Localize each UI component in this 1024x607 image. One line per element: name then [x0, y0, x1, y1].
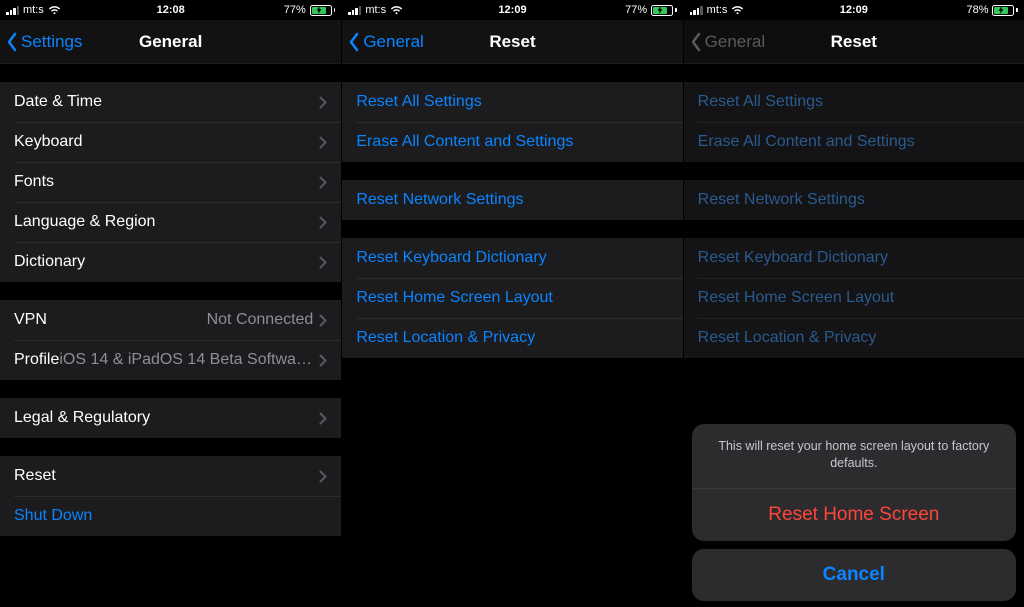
status-time: 12:09 — [684, 4, 1024, 16]
nav-bar: General Reset — [342, 20, 682, 64]
settings-row[interactable]: Reset Keyboard Dictionary — [342, 238, 682, 278]
settings-row[interactable]: VPN Not Connected — [0, 300, 341, 340]
settings-row[interactable]: Reset Network Settings — [342, 180, 682, 220]
chevron-right-icon — [319, 256, 327, 269]
settings-group: Reset Network Settings — [684, 180, 1024, 220]
settings-group: VPN Not Connected Profile iOS 14 & iPadO… — [0, 300, 341, 380]
settings-group: Date & Time Keyboard Fonts Language & Re… — [0, 82, 341, 282]
row-label: Reset Home Screen Layout — [356, 289, 553, 307]
page-title: Reset — [684, 32, 1024, 52]
charging-icon — [657, 6, 663, 14]
row-label: Reset Network Settings — [356, 191, 523, 209]
row-label: Profile — [14, 351, 59, 369]
sheet-message: This will reset your home screen layout … — [692, 424, 1016, 488]
row-value: iOS 14 & iPadOS 14 Beta Softwar... — [59, 351, 319, 369]
battery-icon — [651, 5, 677, 16]
settings-row[interactable]: Dictionary — [0, 242, 341, 282]
status-time: 12:09 — [342, 4, 682, 16]
settings-row[interactable]: Shut Down — [0, 496, 341, 536]
settings-row[interactable]: Erase All Content and Settings — [342, 122, 682, 162]
settings-row[interactable]: Fonts — [0, 162, 341, 202]
settings-row[interactable]: Keyboard — [0, 122, 341, 162]
page-title: Reset — [342, 32, 682, 52]
phone-screenshot-1: mt:s 12:08 77% Settings General Date & T… — [0, 0, 341, 607]
row-label: Date & Time — [14, 93, 102, 111]
content-area: Date & Time Keyboard Fonts Language & Re… — [0, 64, 341, 607]
row-label: Shut Down — [14, 507, 92, 525]
settings-group: Reset Network Settings — [342, 180, 682, 220]
settings-group: Reset All Settings Erase All Content and… — [684, 82, 1024, 162]
row-label: Reset Location & Privacy — [698, 329, 877, 347]
chevron-right-icon — [319, 470, 327, 483]
action-sheet: This will reset your home screen layout … — [692, 424, 1016, 601]
settings-row[interactable]: Date & Time — [0, 82, 341, 122]
row-label: Reset Keyboard Dictionary — [356, 249, 546, 267]
chevron-right-icon — [319, 176, 327, 189]
phone-screenshot-3: mt:s 12:09 78% General Reset Reset All S… — [683, 0, 1024, 607]
row-label: Reset Network Settings — [698, 191, 865, 209]
row-label: VPN — [14, 311, 47, 329]
status-bar: mt:s 12:08 77% — [0, 0, 341, 20]
row-label: Keyboard — [14, 133, 83, 151]
cancel-button[interactable]: Cancel — [692, 549, 1016, 601]
settings-row[interactable]: Reset All Settings — [342, 82, 682, 122]
row-value: Not Connected — [47, 311, 319, 329]
settings-row[interactable]: Erase All Content and Settings — [684, 122, 1024, 162]
settings-row[interactable]: Reset Location & Privacy — [342, 318, 682, 358]
reset-home-screen-button[interactable]: Reset Home Screen — [692, 489, 1016, 541]
row-label: Fonts — [14, 173, 54, 191]
settings-row[interactable]: Reset Home Screen Layout — [684, 278, 1024, 318]
charging-icon — [998, 6, 1004, 14]
chevron-right-icon — [319, 314, 327, 327]
row-label: Reset All Settings — [356, 93, 481, 111]
battery-icon — [310, 5, 336, 16]
content-area: Reset All Settings Erase All Content and… — [342, 64, 682, 607]
chevron-right-icon — [319, 354, 327, 367]
settings-row[interactable]: Reset Location & Privacy — [684, 318, 1024, 358]
row-label: Reset — [14, 467, 56, 485]
row-label: Reset Keyboard Dictionary — [698, 249, 888, 267]
settings-row[interactable]: Reset All Settings — [684, 82, 1024, 122]
settings-group: Legal & Regulatory — [0, 398, 341, 438]
settings-group: Reset Keyboard Dictionary Reset Home Scr… — [342, 238, 682, 358]
chevron-right-icon — [319, 136, 327, 149]
chevron-right-icon — [319, 96, 327, 109]
page-title: General — [0, 32, 341, 52]
status-bar: mt:s 12:09 77% — [342, 0, 682, 20]
status-time: 12:08 — [0, 4, 341, 16]
settings-group: Reset Shut Down — [0, 456, 341, 536]
settings-row[interactable]: Reset Network Settings — [684, 180, 1024, 220]
row-label: Dictionary — [14, 253, 85, 271]
row-label: Reset All Settings — [698, 93, 823, 111]
settings-row[interactable]: Reset Keyboard Dictionary — [684, 238, 1024, 278]
row-label: Reset Location & Privacy — [356, 329, 535, 347]
row-label: Language & Region — [14, 213, 155, 231]
settings-group: Reset All Settings Erase All Content and… — [342, 82, 682, 162]
settings-row[interactable]: Legal & Regulatory — [0, 398, 341, 438]
row-label: Reset Home Screen Layout — [698, 289, 895, 307]
chevron-right-icon — [319, 412, 327, 425]
settings-row[interactable]: Reset Home Screen Layout — [342, 278, 682, 318]
status-bar: mt:s 12:09 78% — [684, 0, 1024, 20]
phone-screenshot-2: mt:s 12:09 77% General Reset Reset All S… — [341, 0, 682, 607]
chevron-right-icon — [319, 216, 327, 229]
row-label: Erase All Content and Settings — [698, 133, 915, 151]
settings-row[interactable]: Language & Region — [0, 202, 341, 242]
nav-bar: General Reset — [684, 20, 1024, 64]
row-label: Legal & Regulatory — [14, 409, 150, 427]
settings-row[interactable]: Profile iOS 14 & iPadOS 14 Beta Softwar.… — [0, 340, 341, 380]
nav-bar: Settings General — [0, 20, 341, 64]
charging-icon — [316, 6, 322, 14]
settings-row[interactable]: Reset — [0, 456, 341, 496]
row-label: Erase All Content and Settings — [356, 133, 573, 151]
settings-group: Reset Keyboard Dictionary Reset Home Scr… — [684, 238, 1024, 358]
